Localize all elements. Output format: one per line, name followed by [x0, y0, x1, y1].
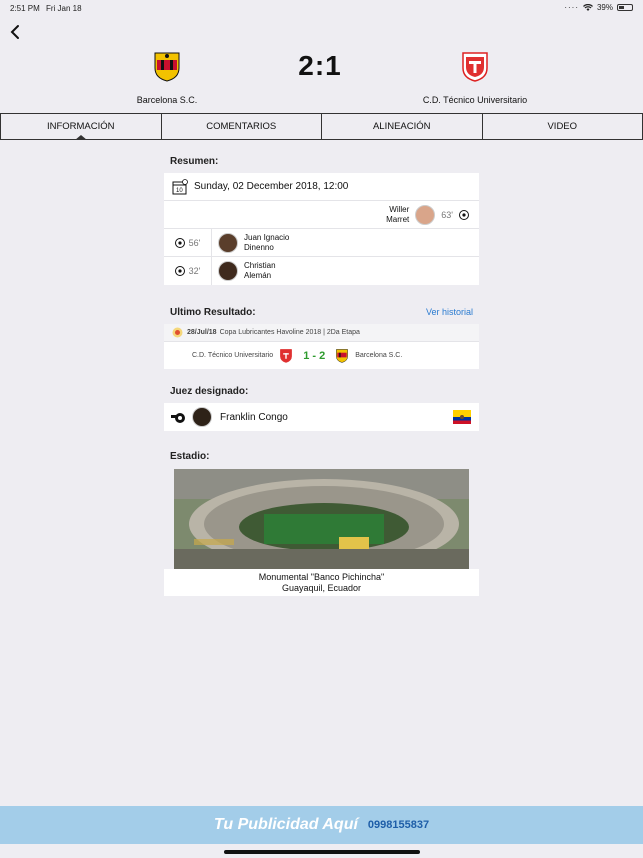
calendar-icon: 10	[172, 178, 188, 194]
stadium-photo[interactable]	[174, 469, 469, 569]
scorer-name: Christian Alemán	[244, 261, 276, 280]
status-bar: 2:51 PM Fri Jan 18 ···· 39%	[0, 0, 643, 16]
referee-title: Juez designado:	[170, 386, 249, 397]
event-row-home-goal: 56' Juan Ignacio Dinenno	[164, 229, 479, 257]
summary-card: 10 Sunday, 02 December 2018, 12:00 Wille…	[164, 173, 479, 285]
back-chevron-icon[interactable]	[6, 22, 26, 42]
home-team[interactable]: Barcelona S.C.	[77, 50, 257, 105]
match-date-row: 10 Sunday, 02 December 2018, 12:00	[164, 173, 479, 201]
tecnico-universitario-crest-icon	[280, 349, 293, 363]
scorer-name: Willer Marret	[386, 204, 410, 224]
match-date: Sunday, 02 December 2018, 12:00	[194, 181, 349, 192]
battery-icon	[617, 4, 633, 11]
competition-row: 28/Jul/18 Copa Lubricantes Havoline 2018…	[164, 324, 479, 342]
status-time: 2:51 PM	[10, 4, 40, 13]
battery-percent: 39%	[596, 3, 613, 12]
last-result-title: Ultimo Resultado:	[170, 307, 256, 318]
home-team-name: Barcelona S.C.	[136, 95, 198, 105]
ad-title: Tu Publicidad Aquí	[213, 816, 358, 833]
trophy-icon	[172, 327, 183, 338]
goal-minute: 63'	[441, 209, 453, 220]
goal-minute-cell: 32'	[164, 257, 212, 285]
event-row-home-goal: 32' Christian Alemán	[164, 257, 479, 285]
tecnico-universitario-crest-icon	[462, 52, 488, 82]
result-home-team: C.D. Técnico Universitario	[192, 352, 274, 359]
stadium-name: Monumental "Banco Pichincha"	[258, 572, 385, 582]
tab-bar: INFORMACIÓN COMENTARIOS ALINEACIÓN VIDEO	[0, 113, 643, 140]
away-team[interactable]: C.D. Técnico Universitario	[385, 50, 565, 105]
player-avatar	[415, 204, 436, 225]
away-goal-event: Willer Marret 63'	[386, 204, 469, 225]
status-date: Fri Jan 18	[46, 4, 82, 13]
player-avatar	[218, 261, 238, 281]
barcelona-crest-icon	[154, 52, 180, 82]
tab-comentarios[interactable]: COMENTARIOS	[162, 114, 322, 139]
result-match-row: C.D. Técnico Universitario 1 - 2 Barcelo…	[164, 342, 479, 369]
ad-banner[interactable]: Tu Publicidad Aquí 0998155837	[0, 806, 643, 844]
scorer-name: Juan Ignacio Dinenno	[244, 232, 290, 252]
competition-name: Copa Lubricantes Havoline 2018 | 2Da Eta…	[219, 329, 360, 336]
goal-minute: 32'	[188, 266, 201, 276]
away-team-name: C.D. Técnico Universitario	[422, 95, 528, 105]
tab-alineacion[interactable]: ALINEACIÓN	[322, 114, 483, 139]
stadium-title: Estadio:	[170, 451, 210, 462]
referee-name: Franklin Congo	[220, 411, 288, 423]
home-indicator[interactable]	[224, 850, 420, 854]
soccer-ball-icon	[174, 237, 185, 248]
stadium-caption: Monumental "Banco Pichincha" Guayaquil, …	[164, 569, 479, 596]
referee-card: Franklin Congo	[164, 403, 479, 431]
referee-avatar	[192, 407, 212, 427]
soccer-ball-icon	[459, 209, 469, 220]
wifi-icon	[582, 3, 593, 11]
status-indicators: ···· 39%	[564, 3, 633, 12]
whistle-icon	[171, 413, 185, 423]
referee-row: Franklin Congo	[164, 403, 479, 431]
result-away-team: Barcelona S.C.	[355, 352, 403, 359]
tab-informacion[interactable]: INFORMACIÓN	[0, 114, 162, 140]
ad-phone: 0998155837	[367, 819, 430, 831]
stadium-location: Guayaquil, Ecuador	[281, 583, 362, 593]
signal-dots-icon: ····	[564, 3, 579, 12]
result-date: 28/Jul/18	[187, 329, 217, 336]
view-history-link[interactable]: Ver historial	[426, 307, 473, 317]
result-score: 1 - 2	[303, 349, 326, 362]
match-score: 2:1	[298, 50, 342, 81]
ecuador-flag-icon	[453, 410, 471, 424]
summary-title: Resumen:	[170, 156, 219, 167]
tab-video[interactable]: VIDEO	[483, 114, 643, 139]
event-row-away-goal: Willer Marret 63'	[164, 201, 479, 229]
soccer-ball-icon	[174, 266, 185, 276]
svg-text:10: 10	[176, 188, 183, 194]
barcelona-crest-icon	[336, 349, 349, 363]
goal-minute: 56'	[188, 237, 201, 248]
player-avatar	[218, 232, 238, 253]
goal-minute-cell: 56'	[164, 229, 212, 256]
last-result-card[interactable]: 28/Jul/18 Copa Lubricantes Havoline 2018…	[164, 324, 479, 369]
